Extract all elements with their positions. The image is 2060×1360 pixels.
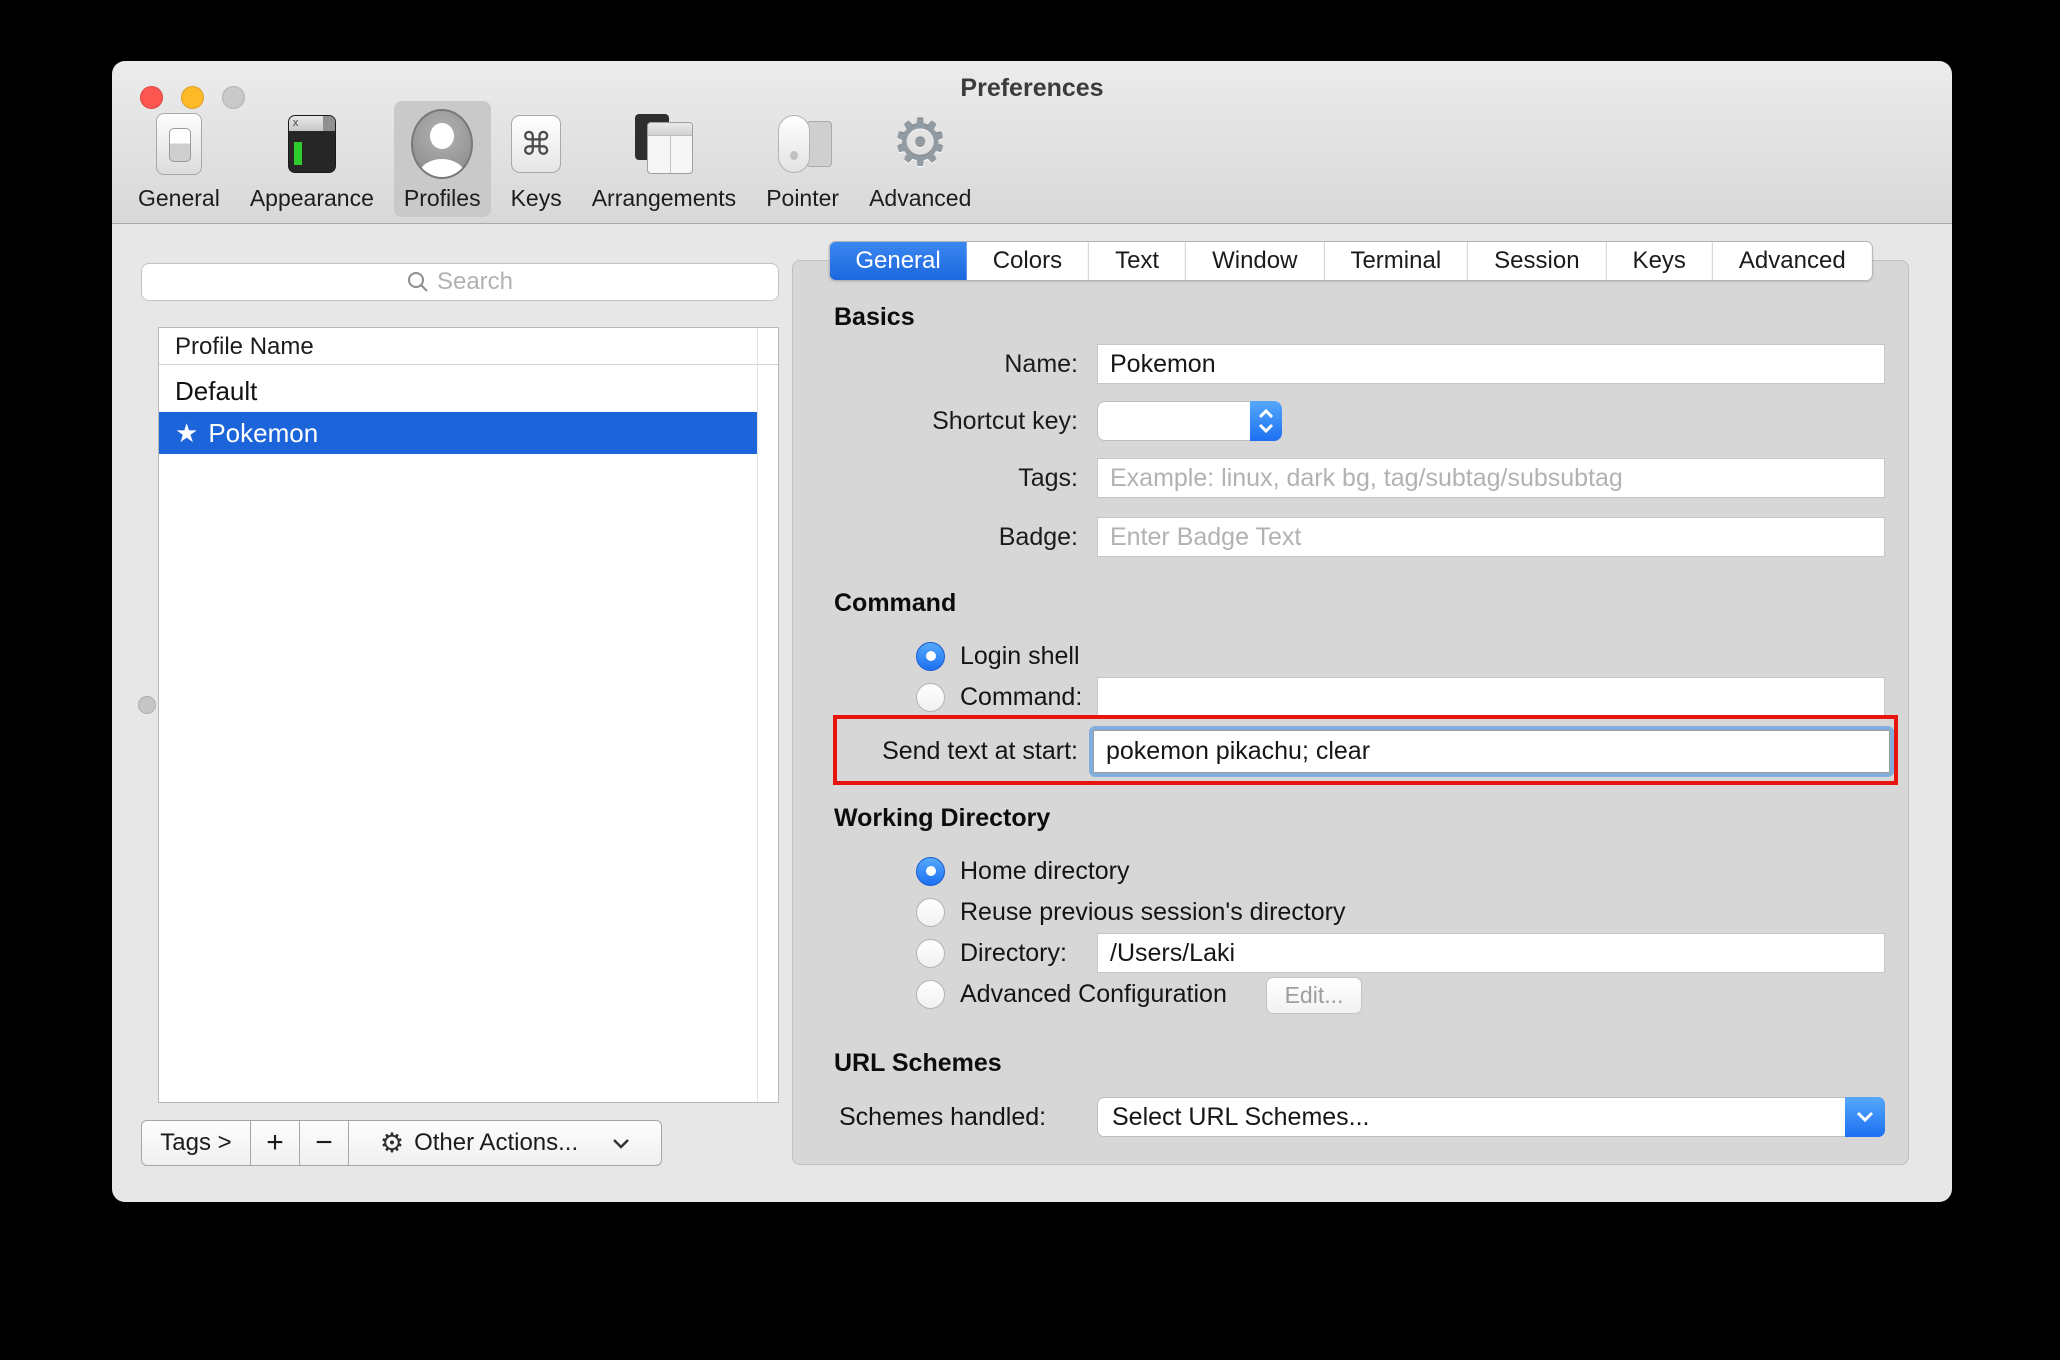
reuse-directory-option[interactable]: Reuse previous session's directory bbox=[916, 897, 1346, 927]
login-shell-option[interactable]: Login shell bbox=[916, 641, 1080, 671]
radio-unselected-icon bbox=[916, 938, 945, 968]
home-directory-option[interactable]: Home directory bbox=[916, 856, 1130, 886]
tab-session[interactable]: Session bbox=[1468, 242, 1607, 280]
tab-colors[interactable]: Colors bbox=[966, 242, 1090, 280]
send-text-focus-ring bbox=[1089, 726, 1894, 777]
directory-option[interactable]: Directory: bbox=[916, 938, 1067, 968]
url-schemes-value: Select URL Schemes... bbox=[1112, 1103, 1370, 1131]
star-icon: ★ bbox=[175, 419, 199, 449]
directory-field[interactable] bbox=[1097, 933, 1885, 973]
profile-settings-panel: General Colors Text Window Terminal Sess… bbox=[792, 241, 1909, 1165]
url-schemes-dropdown[interactable]: Select URL Schemes... bbox=[1097, 1097, 1885, 1137]
window-body: Search Profile Name Default ★ Pokemon Tag… bbox=[112, 224, 1952, 1202]
profile-list-footer: Tags > + − ⚙ Other Actions... bbox=[141, 1120, 662, 1166]
radio-unselected-icon bbox=[916, 979, 945, 1009]
search-placeholder: Search bbox=[436, 268, 514, 295]
general-icon bbox=[155, 107, 202, 181]
command-option[interactable]: Command: bbox=[916, 682, 1082, 712]
send-text-field[interactable] bbox=[1093, 730, 1890, 773]
toolbar-label: Pointer bbox=[766, 185, 840, 211]
tab-text[interactable]: Text bbox=[1089, 242, 1187, 280]
toolbar-label: Arrangements bbox=[591, 185, 737, 211]
arrangements-icon bbox=[634, 107, 693, 181]
appearance-icon: x bbox=[287, 107, 336, 181]
preferences-window: Preferences General x Appearance Profile… bbox=[112, 61, 1952, 1202]
column-separator bbox=[757, 328, 758, 1102]
edit-button[interactable]: Edit... bbox=[1266, 977, 1362, 1014]
profile-name: Default bbox=[175, 376, 258, 406]
keys-icon: ⌘ bbox=[511, 107, 562, 181]
toolbar-label: Profiles bbox=[403, 185, 481, 211]
toolbar-item-advanced[interactable]: ⚙ Advanced bbox=[859, 101, 981, 217]
name-field[interactable] bbox=[1097, 344, 1885, 384]
badge-label: Badge: bbox=[998, 523, 1078, 551]
search-icon bbox=[407, 272, 428, 292]
profile-tabs: General Colors Text Window Terminal Sess… bbox=[828, 241, 1873, 281]
toolbar-item-pointer[interactable]: Pointer bbox=[756, 101, 849, 217]
toolbar-label: General bbox=[138, 185, 220, 211]
shortcut-key-dropdown[interactable] bbox=[1097, 401, 1282, 441]
window-header: Preferences General x Appearance Profile… bbox=[112, 61, 1952, 224]
profiles-icon bbox=[411, 107, 474, 181]
shortcut-key-label: Shortcut key: bbox=[932, 407, 1078, 435]
tab-window[interactable]: Window bbox=[1186, 242, 1325, 280]
profile-list-header[interactable]: Profile Name bbox=[159, 328, 778, 365]
chevron-down-icon bbox=[1845, 1097, 1885, 1137]
command-field[interactable] bbox=[1097, 677, 1885, 717]
command-heading: Command bbox=[834, 589, 957, 617]
tab-keys[interactable]: Keys bbox=[1606, 242, 1713, 280]
profile-name: Pokemon bbox=[208, 418, 319, 448]
other-actions-label: Other Actions... bbox=[414, 1129, 579, 1156]
other-actions-dropdown[interactable]: ⚙ Other Actions... bbox=[349, 1120, 662, 1166]
radio-unselected-icon bbox=[916, 682, 945, 712]
gear-icon: ⚙ bbox=[379, 1127, 405, 1159]
toolbar-item-general[interactable]: General bbox=[128, 101, 230, 217]
radio-selected-icon bbox=[916, 856, 945, 886]
url-schemes-heading: URL Schemes bbox=[834, 1049, 1002, 1077]
desktop-background: Preferences General x Appearance Profile… bbox=[0, 0, 2060, 1360]
tags-label: Tags: bbox=[1018, 464, 1078, 492]
toolbar-item-keys[interactable]: ⌘ Keys bbox=[501, 101, 572, 217]
toolbar-label: Advanced bbox=[869, 185, 972, 211]
radio-unselected-icon bbox=[916, 897, 945, 927]
stepper-icon bbox=[1250, 401, 1282, 441]
toolbar-label: Appearance bbox=[249, 185, 374, 211]
remove-profile-button[interactable]: − bbox=[300, 1120, 349, 1166]
basics-heading: Basics bbox=[834, 303, 915, 331]
advanced-configuration-option[interactable]: Advanced Configuration bbox=[916, 979, 1227, 1009]
toolbar-item-appearance[interactable]: x Appearance bbox=[240, 101, 384, 217]
preferences-toolbar: General x Appearance Profiles ⌘ Keys Arr… bbox=[128, 101, 981, 217]
pointer-icon bbox=[774, 107, 832, 181]
profile-search-input[interactable]: Search bbox=[141, 263, 779, 301]
toolbar-item-arrangements[interactable]: Arrangements bbox=[582, 101, 746, 217]
profile-row-default[interactable]: Default bbox=[159, 370, 757, 412]
profile-list: Profile Name Default ★ Pokemon bbox=[158, 327, 779, 1103]
schemes-handled-label: Schemes handled: bbox=[839, 1103, 1047, 1131]
badge-field[interactable] bbox=[1097, 517, 1885, 557]
advanced-gear-icon: ⚙ bbox=[891, 107, 949, 181]
tags-field[interactable] bbox=[1097, 458, 1885, 498]
toolbar-item-profiles[interactable]: Profiles bbox=[393, 101, 491, 217]
tags-button[interactable]: Tags > bbox=[141, 1120, 251, 1166]
tab-general[interactable]: General bbox=[829, 242, 967, 280]
window-title: Preferences bbox=[960, 74, 1104, 102]
chevron-down-icon bbox=[612, 1138, 630, 1149]
tab-terminal[interactable]: Terminal bbox=[1324, 242, 1469, 280]
toolbar-label: Keys bbox=[510, 185, 562, 211]
radio-selected-icon bbox=[916, 641, 945, 671]
splitter-handle[interactable] bbox=[138, 696, 156, 714]
tab-advanced[interactable]: Advanced bbox=[1712, 242, 1872, 280]
send-text-label: Send text at start: bbox=[882, 737, 1078, 765]
add-profile-button[interactable]: + bbox=[251, 1120, 300, 1166]
profile-row-pokemon[interactable]: ★ Pokemon bbox=[159, 412, 757, 454]
working-directory-heading: Working Directory bbox=[834, 804, 1051, 832]
name-label: Name: bbox=[1004, 350, 1078, 378]
